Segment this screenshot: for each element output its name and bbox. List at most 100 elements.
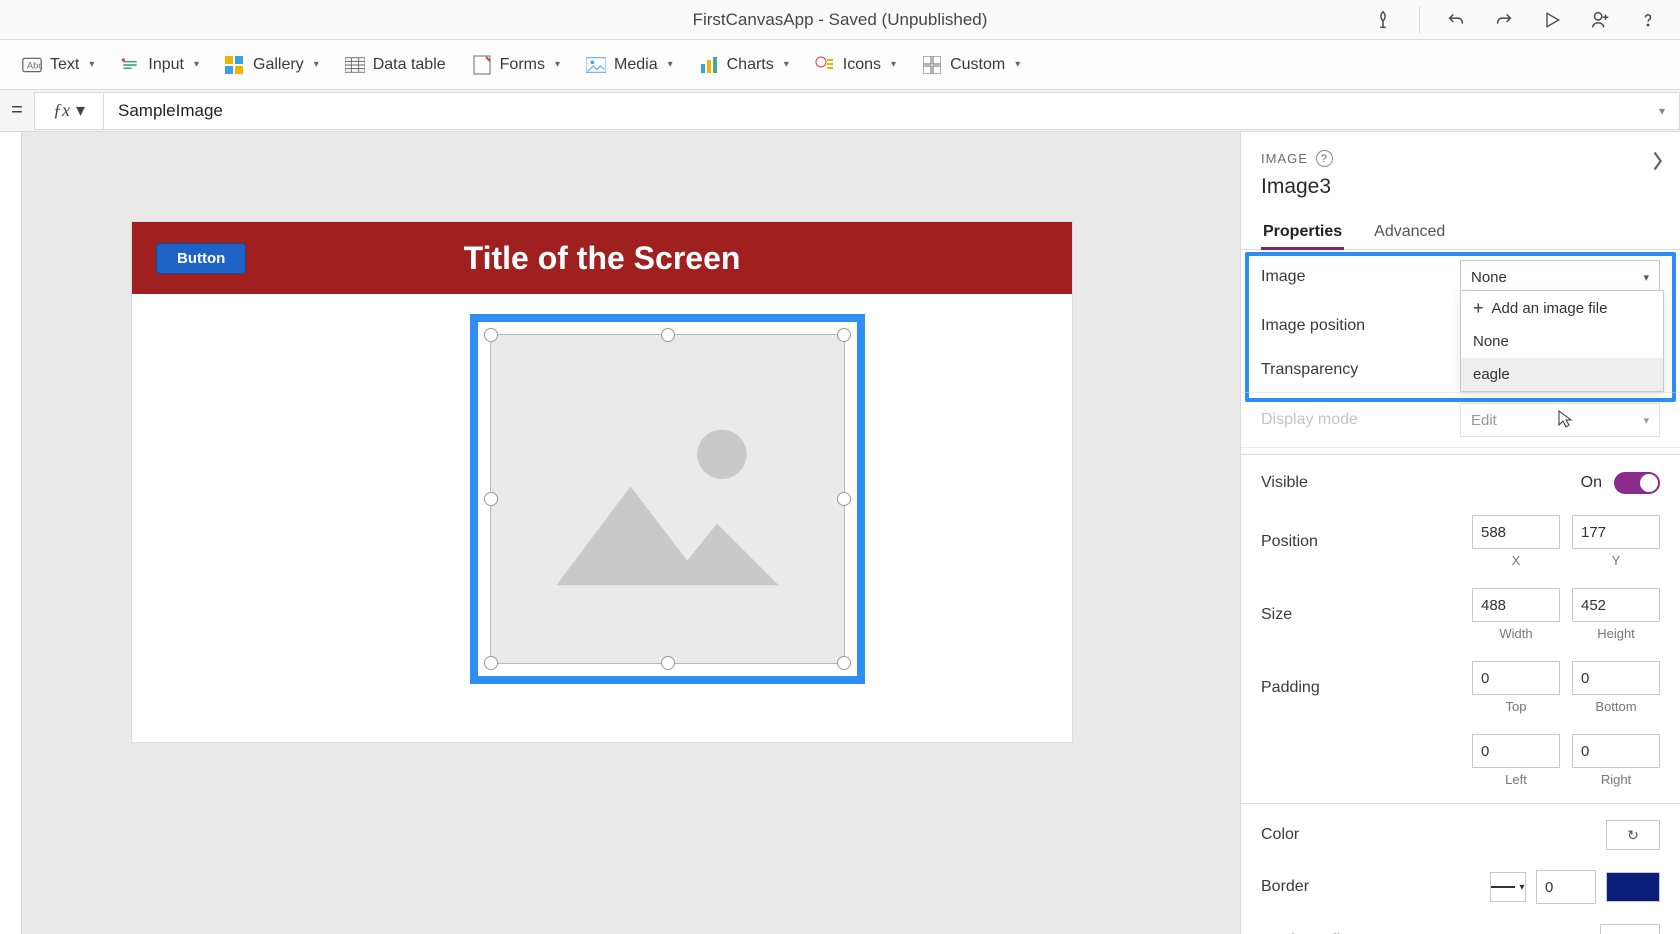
resize-handle[interactable] xyxy=(837,656,851,670)
properties-panel: IMAGE ? Image3 Properties Advanced Image xyxy=(1240,132,1680,934)
prop-image-label: Image xyxy=(1261,268,1460,286)
app-checker-icon[interactable] xyxy=(1371,8,1395,32)
formula-bar: = ƒx▾ SampleImage ▾ xyxy=(0,90,1680,132)
share-icon[interactable] xyxy=(1588,8,1612,32)
formula-fx-button[interactable]: ƒx▾ xyxy=(34,92,104,130)
media-icon xyxy=(586,55,606,75)
ribbon-custom[interactable]: Custom▾ xyxy=(922,55,1020,75)
border-radius-input[interactable] xyxy=(1600,924,1660,934)
ribbon-text[interactable]: Abc Text▾ xyxy=(22,55,94,75)
canvas-button[interactable]: Button xyxy=(156,243,246,274)
prop-display-mode-label: Display mode xyxy=(1261,411,1460,429)
padding-left-sublabel: Left xyxy=(1472,772,1560,787)
icons-icon xyxy=(815,55,835,75)
border-width-input[interactable] xyxy=(1536,870,1596,904)
padding-bottom-input[interactable] xyxy=(1572,661,1660,695)
selected-image-control[interactable] xyxy=(470,314,865,684)
formula-input[interactable]: SampleImage ▾ xyxy=(104,92,1680,130)
ribbon-input[interactable]: Input▾ xyxy=(120,55,199,75)
padding-top-input[interactable] xyxy=(1472,661,1560,695)
resize-handle[interactable] xyxy=(837,328,851,342)
resize-handle[interactable] xyxy=(661,328,675,342)
prop-padding-label: Padding xyxy=(1261,679,1472,697)
control-name: Image3 xyxy=(1261,175,1660,199)
padding-left-input[interactable] xyxy=(1472,734,1560,768)
prop-visible-label: Visible xyxy=(1261,474,1460,492)
border-color-swatch[interactable] xyxy=(1606,872,1660,902)
forms-icon xyxy=(472,55,492,75)
formula-equals: = xyxy=(0,99,34,122)
display-mode-select[interactable]: Edit▾ xyxy=(1460,403,1660,437)
color-reset-button[interactable]: ↻ xyxy=(1606,820,1660,850)
ribbon-charts-label: Charts xyxy=(727,56,774,74)
image-select[interactable]: None▾ xyxy=(1460,260,1660,294)
insert-ribbon: Abc Text▾ Input▾ Gallery▾ Data table For… xyxy=(0,40,1680,90)
visible-toggle[interactable] xyxy=(1614,472,1660,494)
formula-expand-icon[interactable]: ▾ xyxy=(1659,104,1665,118)
ribbon-gallery[interactable]: Gallery▾ xyxy=(225,55,319,75)
svg-text:Abc: Abc xyxy=(27,60,42,70)
titlebar-separator xyxy=(1419,6,1420,34)
screen-title-label: Title of the Screen xyxy=(132,240,1072,277)
resize-handle[interactable] xyxy=(837,492,851,506)
custom-icon xyxy=(922,55,942,75)
image-placeholder xyxy=(490,334,845,664)
tab-advanced[interactable]: Advanced xyxy=(1372,215,1447,249)
panel-expand-icon[interactable] xyxy=(1650,150,1664,177)
size-height-sublabel: Height xyxy=(1572,626,1660,641)
undo-icon[interactable] xyxy=(1444,8,1468,32)
prop-position-label: Position xyxy=(1261,533,1472,551)
ribbon-forms-label: Forms xyxy=(500,56,545,74)
canvas-area[interactable]: Button Title of the Screen xyxy=(22,132,1240,934)
ribbon-icons[interactable]: Icons▾ xyxy=(815,55,896,75)
ribbon-input-label: Input xyxy=(148,56,184,74)
size-width-input[interactable] xyxy=(1472,588,1560,622)
padding-top-sublabel: Top xyxy=(1472,699,1560,714)
position-x-sublabel: X xyxy=(1472,553,1560,568)
size-height-input[interactable] xyxy=(1572,588,1660,622)
position-y-input[interactable] xyxy=(1572,515,1660,549)
ribbon-datatable[interactable]: Data table xyxy=(345,55,446,75)
ribbon-gallery-label: Gallery xyxy=(253,56,304,74)
input-icon xyxy=(120,55,140,75)
padding-right-sublabel: Right xyxy=(1572,772,1660,787)
screen-canvas[interactable]: Button Title of the Screen xyxy=(132,222,1072,742)
app-title: FirstCanvasApp - Saved (Unpublished) xyxy=(693,10,988,30)
resize-handle[interactable] xyxy=(484,656,498,670)
gallery-icon xyxy=(225,55,245,75)
charts-icon xyxy=(699,55,719,75)
ribbon-media[interactable]: Media▾ xyxy=(586,55,673,75)
title-bar: FirstCanvasApp - Saved (Unpublished) xyxy=(0,0,1680,40)
ribbon-charts[interactable]: Charts▾ xyxy=(699,55,789,75)
visible-value: On xyxy=(1581,474,1602,492)
border-style-select[interactable]: ▾ xyxy=(1490,872,1526,902)
dropdown-option-none[interactable]: None xyxy=(1461,325,1663,358)
control-category: IMAGE ? xyxy=(1261,150,1660,167)
padding-right-input[interactable] xyxy=(1572,734,1660,768)
datatable-icon xyxy=(345,55,365,75)
image-dropdown: +Add an image file None eagle xyxy=(1460,290,1664,392)
ribbon-forms[interactable]: Forms▾ xyxy=(472,55,560,75)
tab-properties[interactable]: Properties xyxy=(1261,215,1344,249)
ribbon-datatable-label: Data table xyxy=(373,56,446,74)
resize-handle[interactable] xyxy=(484,328,498,342)
prop-color-label: Color xyxy=(1261,826,1460,844)
help-icon[interactable] xyxy=(1636,8,1660,32)
resize-handle[interactable] xyxy=(484,492,498,506)
formula-value: SampleImage xyxy=(118,101,223,121)
prop-border-label: Border xyxy=(1261,878,1440,896)
ribbon-text-label: Text xyxy=(50,56,79,74)
ribbon-icons-label: Icons xyxy=(843,56,881,74)
info-icon[interactable]: ? xyxy=(1316,150,1333,167)
play-icon[interactable] xyxy=(1540,8,1564,32)
redo-icon[interactable] xyxy=(1492,8,1516,32)
dropdown-option-eagle[interactable]: eagle xyxy=(1461,358,1663,391)
dropdown-add-image[interactable]: +Add an image file xyxy=(1461,291,1663,325)
position-y-sublabel: Y xyxy=(1572,553,1660,568)
screen-header: Button Title of the Screen xyxy=(132,222,1072,294)
position-x-input[interactable] xyxy=(1472,515,1560,549)
ribbon-custom-label: Custom xyxy=(950,56,1005,74)
text-icon: Abc xyxy=(22,55,42,75)
padding-bottom-sublabel: Bottom xyxy=(1572,699,1660,714)
resize-handle[interactable] xyxy=(661,656,675,670)
